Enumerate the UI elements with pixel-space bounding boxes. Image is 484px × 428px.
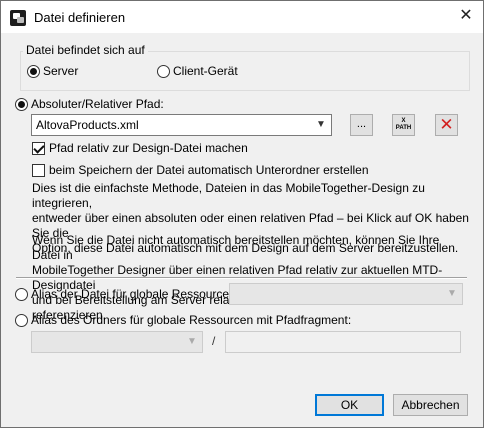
alias-file-label[interactable]: Alias der Datei für globale Ressourcen: — [31, 287, 239, 301]
browse-button[interactable]: ... — [350, 114, 373, 136]
define-file-dialog: Datei definieren ✕ Datei befindet sich a… — [0, 0, 484, 428]
xpath-button[interactable]: X PATH — [392, 114, 415, 136]
absolute-relative-path-radio[interactable] — [15, 98, 28, 111]
client-device-radio[interactable] — [157, 65, 170, 78]
relative-path-checkbox[interactable] — [32, 142, 45, 155]
client-device-radio-label[interactable]: Client-Gerät — [173, 64, 238, 78]
xpath-icon-bottom: PATH — [395, 125, 412, 131]
title-bar: Datei definieren ✕ — [1, 1, 483, 33]
app-icon — [10, 10, 26, 26]
create-subfolders-checkbox-label[interactable]: beim Speichern der Datei automatisch Unt… — [49, 163, 369, 177]
path-combobox[interactable]: AltovaProducts.xml ▼ — [31, 114, 332, 136]
path-fragment-input[interactable] — [225, 331, 461, 353]
xpath-icon-top: X — [401, 118, 406, 124]
alias-file-radio[interactable] — [15, 288, 28, 301]
dialog-title: Datei definieren — [34, 10, 126, 25]
absolute-relative-path-label[interactable]: Absoluter/Relativer Pfad: — [31, 97, 164, 111]
create-subfolders-checkbox[interactable] — [32, 164, 45, 177]
server-radio-label[interactable]: Server — [43, 64, 78, 78]
path-value: AltovaProducts.xml — [36, 118, 139, 132]
ok-button[interactable]: OK — [315, 394, 384, 416]
path-separator: / — [212, 334, 216, 348]
cancel-button[interactable]: Abbrechen — [393, 394, 468, 416]
alias-file-combobox[interactable]: ▼ — [229, 283, 463, 305]
chevron-down-icon[interactable]: ▼ — [186, 335, 198, 349]
alias-folder-combobox[interactable]: ▼ — [31, 331, 203, 353]
chevron-down-icon[interactable]: ▼ — [446, 287, 458, 301]
alias-folder-radio[interactable] — [15, 314, 28, 327]
location-group — [20, 51, 470, 91]
server-radio[interactable] — [27, 65, 40, 78]
alias-folder-label[interactable]: Alias des Ordners für globale Ressourcen… — [31, 313, 351, 327]
close-icon[interactable]: ✕ — [457, 7, 475, 25]
delete-icon[interactable]: ✕ — [435, 114, 458, 136]
location-group-title: Datei befindet sich auf — [23, 43, 148, 57]
separator — [16, 277, 467, 279]
relative-path-checkbox-label[interactable]: Pfad relativ zur Design-Datei machen — [49, 141, 248, 155]
chevron-down-icon[interactable]: ▼ — [315, 118, 327, 132]
